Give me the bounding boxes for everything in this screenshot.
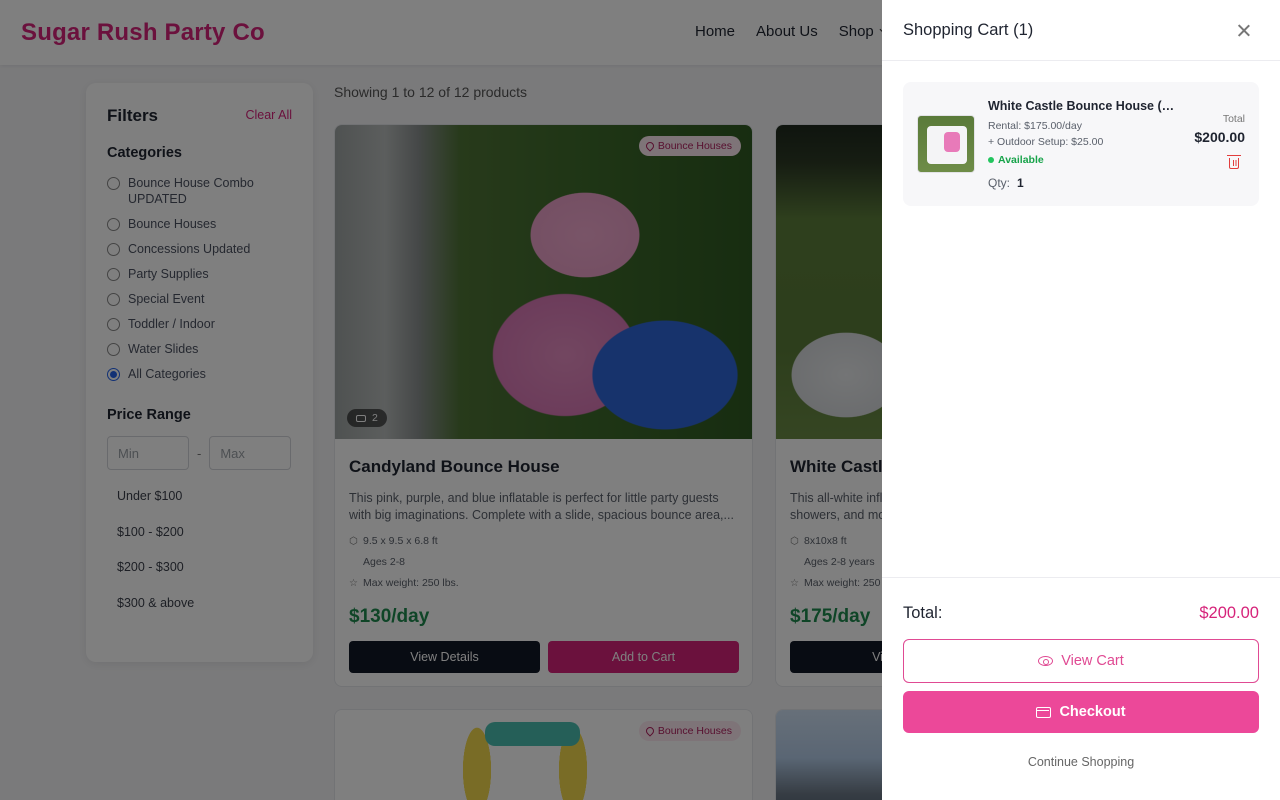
checkout-label: Checkout xyxy=(1059,704,1126,720)
continue-shopping-link[interactable]: Continue Shopping xyxy=(882,755,1280,769)
cart-item-name: White Castle Bounce House (M... xyxy=(988,99,1178,113)
cart-total-value: $200.00 xyxy=(1199,604,1259,622)
cart-footer: Total: $200.00 View Cart Checkout Contin… xyxy=(882,577,1280,800)
item-total-value: $200.00 xyxy=(1194,129,1245,145)
cart-header: Shopping Cart (1) xyxy=(882,0,1280,61)
cart-item: White Castle Bounce House (M... Rental: … xyxy=(903,82,1259,206)
availability-status: Available xyxy=(988,154,1044,166)
availability-label: Available xyxy=(998,154,1044,166)
decor-shape xyxy=(944,132,960,152)
modal-backdrop[interactable] xyxy=(0,0,882,800)
qty-value: 1 xyxy=(1017,176,1024,190)
view-cart-label: View Cart xyxy=(1061,653,1124,669)
view-cart-button[interactable]: View Cart xyxy=(903,639,1259,683)
cart-title: Shopping Cart (1) xyxy=(903,21,1034,39)
cart-drawer: Shopping Cart (1) White Castle Bounce Ho… xyxy=(882,0,1280,800)
trash-icon[interactable] xyxy=(1227,155,1241,169)
cart-item-rental: Rental: $175.00/day xyxy=(988,120,1082,132)
close-icon[interactable] xyxy=(1238,24,1250,36)
cart-item-setup: + Outdoor Setup: $25.00 xyxy=(988,136,1104,148)
credit-card-icon xyxy=(1036,706,1052,718)
status-dot-icon xyxy=(988,157,994,163)
cart-total-label: Total: xyxy=(903,604,943,622)
checkout-button[interactable]: Checkout xyxy=(903,691,1259,733)
eye-icon xyxy=(1038,656,1054,666)
item-total-label: Total xyxy=(1222,113,1245,125)
qty-label: Qty: xyxy=(988,176,1011,190)
cart-item-thumbnail xyxy=(917,115,975,173)
